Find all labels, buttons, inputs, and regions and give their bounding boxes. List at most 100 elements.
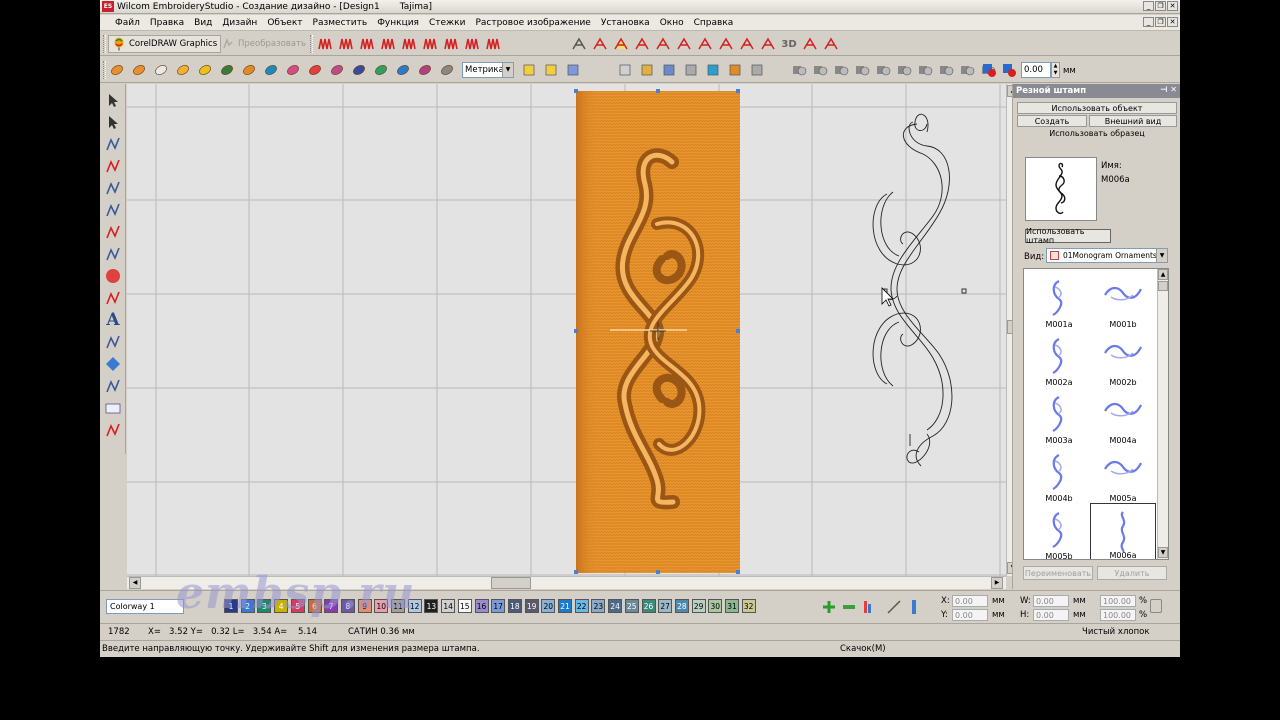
- menu-bitmap[interactable]: Растровое изображение: [470, 18, 595, 28]
- star-point-icon[interactable]: [196, 61, 214, 79]
- horizontal-scroll-thumb[interactable]: [491, 577, 531, 589]
- color-swatch-21[interactable]: 21: [558, 599, 572, 613]
- cross-fill-icon[interactable]: [400, 35, 418, 53]
- circle-tool-icon[interactable]: [103, 266, 123, 286]
- w-input[interactable]: 0.00: [1033, 595, 1069, 607]
- figure-icon[interactable]: [328, 61, 346, 79]
- close-button[interactable]: ✕: [1167, 1, 1178, 11]
- color-swatch-18[interactable]: 18: [507, 599, 522, 613]
- gallery-scroll-up[interactable]: ▲: [1158, 269, 1168, 280]
- angle-spinner[interactable]: ▲ ▼: [1051, 62, 1060, 78]
- chevron-stitch-icon[interactable]: [801, 35, 819, 53]
- bead-icon[interactable]: [638, 61, 656, 79]
- gallery-item-m001b[interactable]: M001b: [1090, 271, 1156, 329]
- rename-button[interactable]: Переименовать: [1023, 566, 1093, 580]
- minimize-button[interactable]: _: [1143, 1, 1154, 11]
- rectangle-tool-icon[interactable]: [103, 398, 123, 418]
- colorway-select[interactable]: Colorway 1: [106, 599, 184, 614]
- add-color-icon[interactable]: [820, 598, 838, 616]
- color-swatch-15[interactable]: 15: [457, 599, 472, 613]
- color-swatch-13[interactable]: 13: [424, 599, 439, 613]
- gallery-item-m001a[interactable]: M001a: [1026, 271, 1092, 329]
- gallery-item-m002a[interactable]: M002a: [1026, 329, 1092, 387]
- gallery-scroll-thumb[interactable]: [1158, 281, 1168, 291]
- column-icon[interactable]: [717, 35, 735, 53]
- delete-button[interactable]: Удалить: [1097, 566, 1167, 580]
- lock-icon[interactable]: [1150, 599, 1162, 613]
- motif-fill-icon[interactable]: [463, 35, 481, 53]
- spiral-icon[interactable]: [103, 288, 123, 308]
- h-input[interactable]: 0.00: [1033, 609, 1069, 621]
- shape-c-icon[interactable]: [832, 61, 850, 79]
- color-swatch-29[interactable]: 29: [691, 599, 706, 613]
- convert-button[interactable]: Преобразовать: [218, 35, 309, 53]
- doc-close-button[interactable]: ✕: [1167, 17, 1178, 27]
- gallery-scrollbar[interactable]: ▲ ▼: [1157, 269, 1168, 559]
- menu-window[interactable]: Окно: [655, 18, 689, 28]
- leaf-stitch-icon[interactable]: [174, 61, 192, 79]
- peak-icon[interactable]: [675, 35, 693, 53]
- menu-edit[interactable]: Правка: [145, 18, 189, 28]
- stitch-bars-icon[interactable]: [660, 61, 678, 79]
- satin-tool-icon[interactable]: [103, 134, 123, 154]
- shape-a-icon[interactable]: [790, 61, 808, 79]
- tab-create[interactable]: Создать: [1017, 115, 1087, 127]
- design-canvas[interactable]: [127, 84, 1006, 576]
- picture-icon[interactable]: [262, 61, 280, 79]
- shape-b-icon[interactable]: [811, 61, 829, 79]
- outline-leaf-icon[interactable]: [152, 61, 170, 79]
- use-stamp-button[interactable]: Использовать штамп: [1025, 227, 1111, 245]
- color-swatch-32[interactable]: 32: [741, 599, 756, 613]
- gallery-item-m006a[interactable]: M006a: [1090, 503, 1156, 559]
- satin-zigzag-icon[interactable]: [316, 35, 334, 53]
- color-swatch-20[interactable]: 20: [541, 599, 556, 613]
- fish-icon[interactable]: [240, 61, 258, 79]
- y-input[interactable]: 0.00: [952, 609, 988, 621]
- palette-chart-icon[interactable]: [860, 598, 878, 616]
- needle-icon[interactable]: [654, 35, 672, 53]
- doc-minimize-button[interactable]: _: [1143, 17, 1154, 27]
- grid-view-icon[interactable]: [438, 61, 456, 79]
- wave-stitch-icon[interactable]: [759, 35, 777, 53]
- menu-view[interactable]: Вид: [189, 18, 217, 28]
- bird-icon[interactable]: [350, 61, 368, 79]
- color-swatch-19[interactable]: 19: [524, 599, 539, 613]
- height-percent-input[interactable]: 100.00: [1100, 609, 1136, 621]
- pin-icon[interactable]: ⊣ ✕: [1160, 85, 1177, 94]
- frame-icon[interactable]: [103, 178, 123, 198]
- feather-icon[interactable]: [130, 61, 148, 79]
- color-swatch-17[interactable]: 17: [491, 599, 506, 613]
- menu-function[interactable]: Функция: [372, 18, 424, 28]
- color-swatch-30[interactable]: 30: [708, 599, 723, 613]
- gallery-item-m002b[interactable]: M002b: [1090, 329, 1156, 387]
- gallery-item-m003a[interactable]: M003a: [1026, 387, 1092, 445]
- tatami-fill-icon[interactable]: [442, 35, 460, 53]
- thread-icon[interactable]: [840, 598, 858, 616]
- restore-button[interactable]: ❐: [1155, 1, 1166, 11]
- fill-pattern-icon[interactable]: [612, 35, 630, 53]
- width-percent-input[interactable]: 100.00: [1100, 595, 1136, 607]
- auto-stitch-icon[interactable]: [520, 61, 538, 79]
- outline-icon[interactable]: [591, 35, 609, 53]
- scroll-left-button[interactable]: ◀: [129, 577, 141, 589]
- flower-icon[interactable]: [394, 61, 412, 79]
- menu-help[interactable]: Справка: [689, 18, 739, 28]
- heart-outline-icon[interactable]: [416, 61, 434, 79]
- menu-stitches[interactable]: Стежки: [424, 18, 470, 28]
- tab-use-sample[interactable]: Использовать образец: [1017, 128, 1177, 140]
- color-swatch-23[interactable]: 23: [591, 599, 606, 613]
- shape-g-icon[interactable]: [916, 61, 934, 79]
- color-swatch-26[interactable]: 26: [641, 599, 656, 613]
- satin-column-icon[interactable]: [337, 35, 355, 53]
- color-swatch-27[interactable]: 27: [658, 599, 673, 613]
- coreldraw-graphics-button[interactable]: CorelDRAW Graphics: [108, 35, 222, 53]
- tab-appearance[interactable]: Внешний вид: [1089, 115, 1177, 127]
- grid-icon[interactable]: [570, 35, 588, 53]
- shape-h-icon[interactable]: [937, 61, 955, 79]
- extra-icon[interactable]: [822, 35, 840, 53]
- menu-object[interactable]: Объект: [262, 18, 307, 28]
- menu-file[interactable]: Файл: [110, 18, 145, 28]
- stipple-icon[interactable]: [738, 35, 756, 53]
- group-icon[interactable]: [616, 61, 634, 79]
- units-select[interactable]: Метрика ▼: [462, 62, 514, 78]
